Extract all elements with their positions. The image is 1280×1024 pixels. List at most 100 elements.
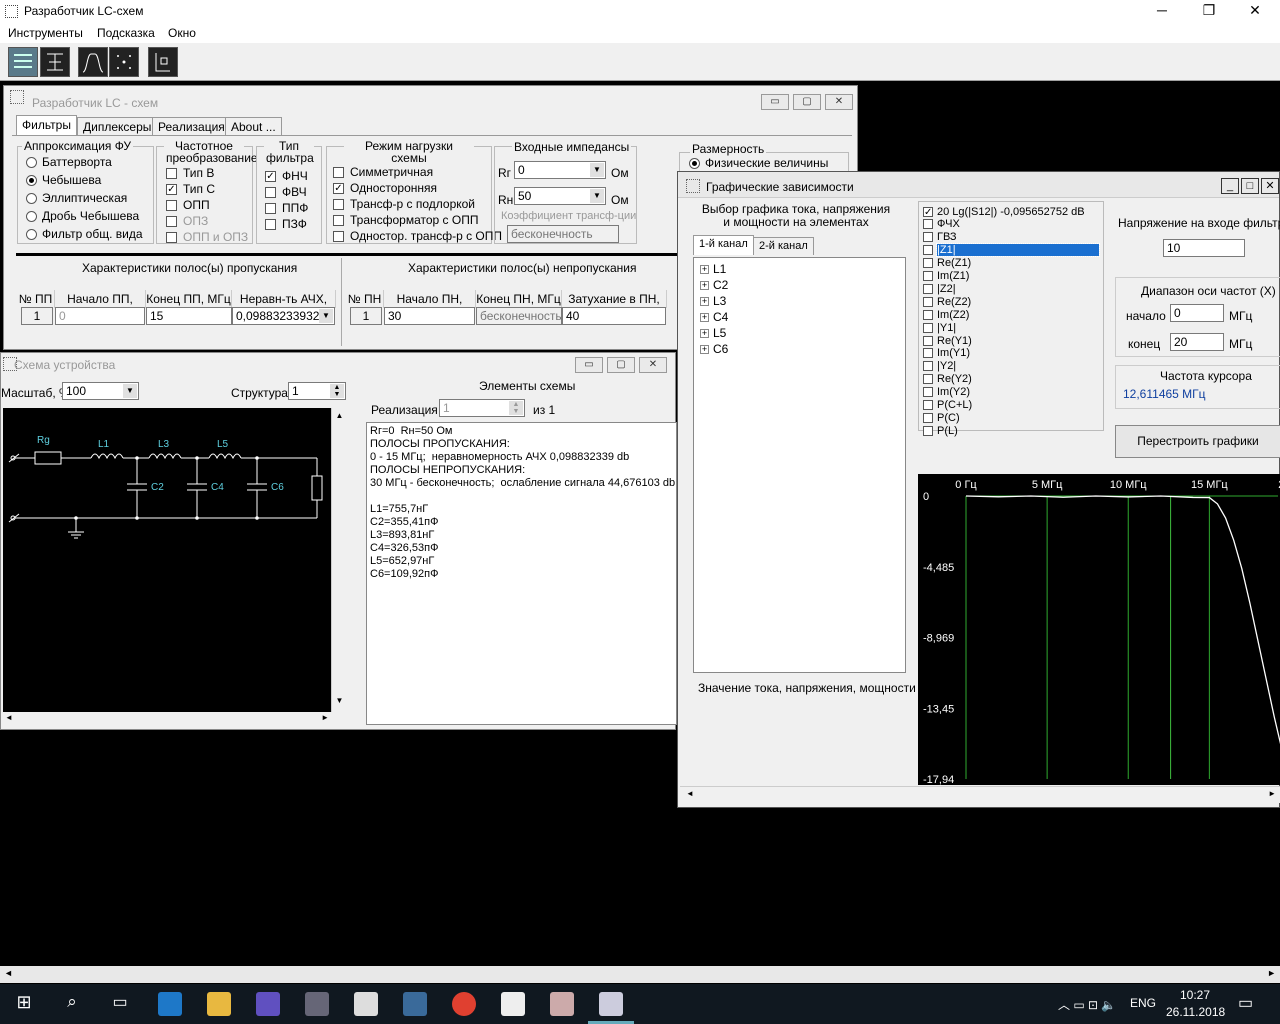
ftype-hpf[interactable]: ФВЧ [265,185,307,199]
graph-option[interactable]: ФЧХ [923,218,960,231]
checkbox-icon[interactable] [923,425,933,436]
tab-realization[interactable]: Реализация [152,117,231,135]
load-symmetric[interactable]: Симметричная [333,165,433,179]
tab-channel-2[interactable]: 2-й канал [753,237,814,255]
app-icon[interactable] [501,992,525,1016]
tree-item[interactable]: + C4 [700,310,728,324]
approx-butterworth[interactable]: Баттерворта [26,155,112,169]
checkbox-icon[interactable] [923,258,933,269]
language-indicator[interactable]: ENG [1130,996,1156,1010]
real-input[interactable]: 1 ▲ ▼ [439,399,525,417]
graph-option[interactable]: Im(Y1) [923,347,970,360]
maximize-icon[interactable]: □ [1241,178,1259,194]
graph-option[interactable]: P(C+L) [923,399,972,412]
vin-input[interactable]: 10 [1163,239,1245,257]
rh-input[interactable]: 50 ▼ [514,187,606,205]
minimize-icon[interactable]: ─ [1142,2,1182,18]
horizontal-scrollbar[interactable]: ◄ ► [3,713,331,727]
menu-hint[interactable]: Подсказка [97,26,155,40]
notification-icon[interactable]: ▭ [1238,993,1253,1013]
checkbox-icon[interactable] [923,245,933,256]
approx-elliptic[interactable]: Эллиптическая [26,191,127,205]
pass-start-input[interactable]: 0 [55,307,145,325]
maximize-icon[interactable]: ▢ [793,94,821,110]
close-icon[interactable]: ✕ [639,357,667,373]
scale-input[interactable]: 100 ▼ [62,382,139,400]
rebuild-button[interactable]: Перестроить графики [1115,425,1280,458]
maximize-icon[interactable]: ❐ [1189,2,1229,19]
rg-input[interactable]: 0 ▼ [514,161,606,179]
tree-item[interactable]: + C6 [700,342,728,356]
freq-opp[interactable]: ОПП [166,198,210,212]
graph-option[interactable]: Re(Y1) [923,334,972,347]
search-icon[interactable]: ⌕ [60,992,84,1016]
checkbox-icon[interactable] [923,283,933,294]
load-one-sided-transformer[interactable]: Одностор. трансф-р с ОПП [333,229,502,243]
pass-end-input[interactable]: 15 [146,307,232,325]
graph-option[interactable]: P(C) [923,411,960,424]
ftype-lpf[interactable]: ✓ ФНЧ [265,169,308,183]
filter-tool-icon[interactable] [8,47,38,77]
checkbox-icon[interactable] [923,309,933,320]
checkbox-icon[interactable] [923,387,933,398]
app-icon[interactable] [550,992,574,1016]
close-icon[interactable]: ✕ [1261,178,1279,194]
circuit-canvas[interactable]: Rg L1 L3 L5 C2 C4 C6 [3,408,331,712]
tab-filters[interactable]: Фильтры [16,115,77,135]
tab-about[interactable]: About ... [225,117,282,135]
checkbox-icon[interactable]: ✓ [923,206,933,217]
checkbox-icon[interactable] [923,335,933,346]
checkbox-icon[interactable] [923,374,933,385]
tray-icons[interactable]: ︿ ▭ ⊡ 🔈 [1058,996,1116,1013]
freq-opp-opz[interactable]: ОПП и ОПЗ [166,230,248,244]
freq-type-c[interactable]: ✓ Тип С [166,182,215,196]
load-one-sided[interactable]: ✓ Односторонняя [333,181,437,195]
freq-type-b[interactable]: Тип В [166,166,214,180]
approx-general[interactable]: Фильтр общ. вида [26,227,143,241]
maximize-icon[interactable]: ▢ [607,357,635,373]
tree-item[interactable]: + L5 [700,326,726,340]
graph-option[interactable]: Re(Z2) [923,295,971,308]
windows-start-icon[interactable]: ⊞ [12,992,36,1016]
graph-option[interactable]: Im(Y2) [923,386,970,399]
explorer-icon[interactable] [207,992,231,1016]
tab-channel-1[interactable]: 1-й канал [693,235,754,255]
diplexer-tool-icon[interactable] [40,47,70,77]
chart[interactable]: 0 Гц5 МГц10 МГц15 МГц20 М0-4,485-8,969-1… [918,474,1280,786]
graph-option[interactable]: ГВЗ [923,231,957,244]
close-icon[interactable]: ✕ [825,94,853,110]
approx-chebyshev[interactable]: Чебышева [26,173,101,187]
graph-horizontal-scrollbar[interactable]: ◄ ► [680,786,1280,803]
app-icon[interactable] [305,992,329,1016]
checkbox-icon[interactable] [923,232,933,243]
close-icon[interactable]: ✕ [1235,2,1275,19]
freq-opz[interactable]: ОПЗ [166,214,208,228]
tree-item[interactable]: + C2 [700,278,728,292]
pass-ripple-input[interactable]: 0,09883233932 ▼ [232,307,335,325]
end-input[interactable]: 20 [1170,333,1224,351]
ftype-bsf[interactable]: ПЗФ [265,217,307,231]
checkbox-icon[interactable] [923,361,933,372]
graph-option[interactable]: |Z2| [923,282,956,295]
chrome-icon[interactable] [452,992,476,1016]
checkbox-icon[interactable] [923,400,933,410]
checkbox-icon[interactable] [923,219,933,230]
graph-option[interactable]: ✓ 20 Lg(|S12|) -0,095652752 dB [923,205,1085,218]
tree-item[interactable]: + L1 [700,262,726,276]
checkbox-icon[interactable] [923,322,933,333]
tab-diplexers[interactable]: Диплексеры [77,117,158,135]
clock-date[interactable]: 26.11.2018 [1166,1005,1225,1019]
ftype-bpf[interactable]: ППФ [265,201,308,215]
elements-text[interactable]: Rг=0 Rн=50 Ом ПОЛОСЫ ПРОПУСКАНИЯ: 0 - 15 М… [366,422,677,725]
minimize-icon[interactable]: ▭ [761,94,789,110]
clock-time[interactable]: 10:27 [1180,988,1210,1002]
load-transformer-sub[interactable]: Трансф-р с подлоркой [333,197,475,211]
dimension-physical[interactable]: Физические величины [689,156,828,170]
checkbox-icon[interactable] [923,271,933,281]
graph-option[interactable]: Re(Y2) [923,373,972,386]
stop-atten-input[interactable]: 40 [562,307,666,325]
graph-option[interactable]: Im(Z2) [923,308,969,321]
vertical-scrollbar[interactable]: ▲ ▼ [331,408,347,712]
app-icon[interactable] [256,992,280,1016]
approx-fraction-chebyshev[interactable]: Дробь Чебышева [26,209,139,223]
